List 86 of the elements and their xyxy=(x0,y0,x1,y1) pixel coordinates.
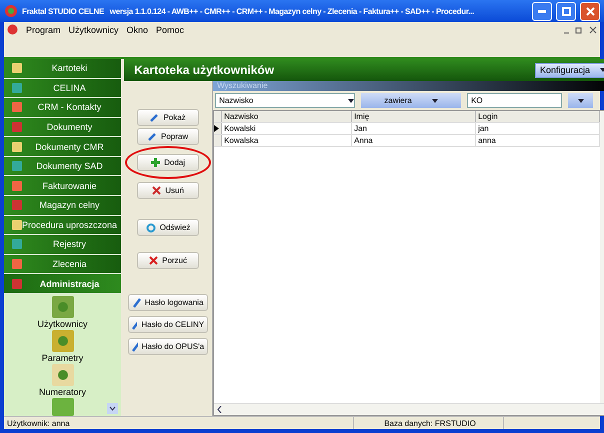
module-icon xyxy=(12,259,22,270)
tool-icon[interactable] xyxy=(52,330,74,352)
password-button[interactable]: Hasło do CELINY xyxy=(128,316,208,333)
module-icon xyxy=(12,102,22,112)
tool-label[interactable]: Użytkownicy xyxy=(38,318,88,329)
search-field-dropdown[interactable]: Nazwisko xyxy=(215,93,356,108)
status-user: Użytkownik: anna xyxy=(4,417,354,429)
pencil-icon xyxy=(132,320,138,330)
module-icon xyxy=(12,122,22,132)
column-header[interactable]: Login xyxy=(476,111,600,122)
sidebar-item[interactable]: Dokumenty CMR xyxy=(4,137,122,157)
table-cell: Kowalski xyxy=(222,123,352,134)
sidebar-item[interactable]: Dokumenty SAD xyxy=(4,156,122,176)
password-button[interactable]: Hasło do OPUS'a xyxy=(128,338,208,355)
menu-item[interactable]: Pomoc xyxy=(156,24,184,34)
tool-icon[interactable] xyxy=(52,364,74,386)
module-icon xyxy=(12,63,22,74)
caret-icon xyxy=(578,98,584,102)
tool-label[interactable]: Numeratory xyxy=(39,386,86,397)
module-icon xyxy=(12,142,22,152)
tool-label[interactable]: Parametry xyxy=(42,352,84,363)
table-row[interactable]: Kowalska Anna anna xyxy=(214,135,600,147)
close-button[interactable] xyxy=(580,2,600,20)
cross-icon xyxy=(152,186,162,195)
window-title: Fraktal STUDIO CELNE wersja 1.1.0.124 - AWB++ - CMR++ - CRM++ - Magazyn celny - Zlecenia - Faktura++ - SAD++ - Procedur... xyxy=(22,6,475,16)
menu-item[interactable]: Użytkownicy xyxy=(68,24,119,34)
search-input[interactable]: KO xyxy=(467,93,562,108)
column-header[interactable]: Imię xyxy=(352,111,476,122)
window-controls-icon[interactable] xyxy=(563,26,597,34)
action-button[interactable]: Dodaj xyxy=(137,154,200,171)
maximize-icon xyxy=(562,6,570,16)
table-row[interactable]: Kowalski Jan jan xyxy=(214,123,600,135)
column-header[interactable]: Nazwisko xyxy=(222,111,352,122)
module-icon xyxy=(12,161,22,172)
module-icon xyxy=(12,180,22,191)
table-cell: Anna xyxy=(352,135,476,146)
horizontal-scrollbar[interactable] xyxy=(214,403,604,415)
sidebar-item[interactable]: Dokumenty xyxy=(4,118,122,138)
tool-icon[interactable] xyxy=(52,296,74,318)
module-icon xyxy=(12,239,22,250)
minimize-icon xyxy=(538,10,546,12)
panel-title: Kartoteka użytkowników xyxy=(134,63,274,77)
menu-item[interactable]: Program xyxy=(26,24,61,34)
sidebar-item[interactable]: Fakturowanie xyxy=(4,176,122,196)
maximize-button[interactable] xyxy=(556,2,576,20)
module-icon xyxy=(12,220,22,230)
menu-item[interactable]: Okno xyxy=(126,24,148,34)
sidebar-item[interactable]: Administracja xyxy=(4,274,122,294)
cross-icon xyxy=(149,256,158,265)
sidebar-item[interactable]: Procedura uproszczona xyxy=(4,216,122,236)
module-icon xyxy=(12,200,22,210)
password-button[interactable]: Hasło logowania xyxy=(128,294,208,311)
pencil-icon xyxy=(148,132,157,141)
action-button[interactable]: Usuń xyxy=(137,182,200,199)
table-cell: Kowalska xyxy=(222,135,352,146)
sidebar-item[interactable]: CELINA xyxy=(4,78,122,98)
sidebar-item[interactable]: Rejestry xyxy=(4,235,122,255)
app-logo-icon xyxy=(4,4,18,18)
module-icon xyxy=(12,82,22,93)
sidebar-item[interactable]: CRM - Kontakty xyxy=(4,98,122,118)
scroll-left-icon[interactable] xyxy=(217,406,222,413)
pencil-icon xyxy=(132,298,141,308)
caret-icon xyxy=(348,98,354,102)
search-header: Wyszukiwanie xyxy=(213,81,604,91)
action-button[interactable]: Odśwież xyxy=(137,219,200,236)
module-icon xyxy=(12,278,22,289)
caret-icon xyxy=(432,98,438,102)
row-pointer-icon xyxy=(214,125,220,132)
action-button[interactable]: Pokaż xyxy=(137,109,200,126)
configuration-button[interactable]: Konfiguracja xyxy=(535,62,604,78)
sidebar-item[interactable]: Zlecenia xyxy=(4,254,122,274)
minimize-button[interactable] xyxy=(532,2,552,20)
app-logo-icon xyxy=(7,24,18,35)
close-icon xyxy=(586,6,594,16)
operator-dropdown[interactable]: zawiera xyxy=(361,93,462,108)
plus-icon xyxy=(151,158,160,167)
pencil-icon xyxy=(132,342,138,352)
table-cell: Jan xyxy=(352,123,476,134)
corner-header-cell xyxy=(214,111,222,122)
sidebar-item[interactable]: Kartoteki xyxy=(4,59,122,79)
dropdown-button[interactable] xyxy=(568,93,594,108)
scroll-down-icon[interactable] xyxy=(107,402,118,414)
status-database: Baza danych: FRSTUDIO xyxy=(354,417,504,429)
action-button[interactable]: Porzuć xyxy=(137,252,200,269)
action-button[interactable]: Popraw xyxy=(137,128,200,145)
sidebar-item[interactable]: Magazyn celny xyxy=(4,196,122,216)
